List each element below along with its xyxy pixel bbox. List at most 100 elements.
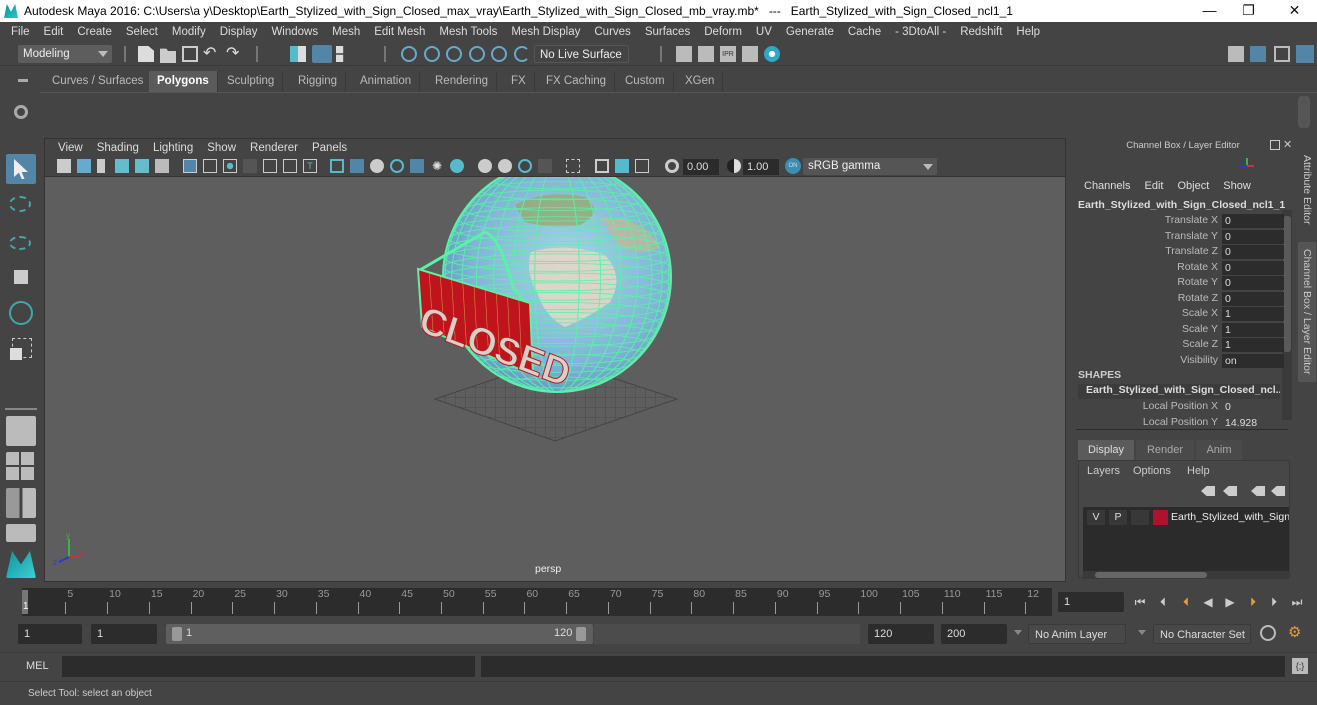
step-back-frame-button[interactable]: ⏴: [1155, 595, 1171, 609]
viewport-menu-panels[interactable]: Panels: [305, 142, 354, 154]
persp-graph-layout-button[interactable]: [6, 524, 36, 542]
play-forwards-button[interactable]: ▶: [1222, 595, 1238, 609]
undo-icon[interactable]: ↶: [203, 46, 219, 62]
view-transform-dropdown[interactable]: sRGB gamma: [803, 158, 937, 175]
character-set-chevron-down-icon[interactable]: [1138, 630, 1146, 635]
channel-value-field[interactable]: 0: [1222, 276, 1284, 290]
move-tool-button[interactable]: [6, 262, 36, 292]
range-slider-start-handle[interactable]: [172, 627, 182, 641]
menu-create[interactable]: Create: [70, 26, 119, 38]
channel-menu-object[interactable]: Object: [1177, 180, 1209, 192]
layer-visibility-toggle[interactable]: V: [1087, 510, 1105, 525]
channel-row[interactable]: Scale X 1: [1076, 307, 1284, 322]
channel-menu-channels[interactable]: Channels: [1084, 180, 1130, 192]
viewport-menu-view[interactable]: View: [51, 142, 90, 154]
viewport-menu-show[interactable]: Show: [200, 142, 243, 154]
shelf-tab-rigging[interactable]: Rigging: [290, 71, 346, 92]
exposure-field[interactable]: 0.00: [683, 159, 719, 175]
end-time-field[interactable]: 200: [941, 624, 1007, 644]
new-layer-from-selected-icon[interactable]: [1271, 486, 1285, 496]
wireframe-icon[interactable]: [330, 159, 344, 173]
menu-uv[interactable]: UV: [749, 26, 779, 38]
menu-mesh-display[interactable]: Mesh Display: [504, 26, 587, 38]
channel-value-field[interactable]: 0: [1222, 245, 1284, 259]
shelf-tab-fx-caching[interactable]: FX Caching: [538, 71, 616, 92]
move-layer-up-icon[interactable]: [1201, 486, 1215, 496]
channel-row[interactable]: Rotate Y 0: [1076, 276, 1284, 291]
channel-box-toggle-icon[interactable]: [1296, 45, 1314, 63]
menu-curves[interactable]: Curves: [587, 26, 637, 38]
shelf-tab-sculpting[interactable]: Sculpting: [219, 71, 284, 92]
bookmark-icon[interactable]: [97, 159, 105, 173]
snap-to-point-icon[interactable]: [446, 46, 462, 62]
motion-blur-icon[interactable]: [498, 159, 512, 173]
snap-to-grid-icon[interactable]: [401, 46, 417, 62]
menu-file[interactable]: File: [4, 26, 37, 38]
redo-icon[interactable]: ↷: [226, 46, 242, 62]
layer-menu-layers[interactable]: Layers: [1087, 465, 1120, 477]
wireframe-on-shaded-icon[interactable]: [390, 159, 404, 173]
anim-layer-chevron-down-icon[interactable]: [1014, 630, 1022, 635]
make-live-icon[interactable]: [491, 46, 507, 62]
command-language-label[interactable]: MEL: [26, 660, 49, 672]
channel-value-field[interactable]: 0: [1222, 260, 1284, 275]
depth-of-field-icon[interactable]: [538, 159, 552, 173]
lights-icon[interactable]: ✺: [430, 159, 444, 173]
shape-name[interactable]: Earth_Stylized_with_Sign_Closed_ncl...: [1078, 384, 1280, 399]
modeling-toolkit-icon[interactable]: [1228, 46, 1244, 62]
safe-title-icon[interactable]: T: [303, 159, 317, 173]
hypershade-icon[interactable]: [764, 46, 780, 62]
menu-display[interactable]: Display: [213, 26, 265, 38]
image-plane-icon[interactable]: [115, 159, 129, 173]
object-name[interactable]: Earth_Stylized_with_Sign_Closed_ncl1_1: [1078, 199, 1285, 211]
layer-tab-anim[interactable]: Anim: [1196, 440, 1242, 460]
scale-tool-button[interactable]: [6, 334, 36, 364]
start-time-field[interactable]: 1: [18, 624, 82, 644]
shelf-tab-curves-surfaces[interactable]: Curves / Surfaces: [44, 71, 153, 92]
close-button[interactable]: ✕: [1272, 0, 1317, 22]
xray-icon[interactable]: [595, 159, 609, 173]
render-current-frame-icon[interactable]: [698, 46, 714, 62]
render-view-icon[interactable]: [676, 46, 692, 62]
animation-preferences-icon[interactable]: ⚙: [1288, 624, 1306, 642]
channel-value-field[interactable]: on: [1222, 353, 1284, 368]
channel-row[interactable]: Scale Y 1: [1076, 322, 1284, 338]
isolate-select-icon[interactable]: [566, 159, 580, 173]
move-layer-down-icon[interactable]: [1223, 486, 1237, 496]
scrollbar-thumb[interactable]: [1095, 572, 1207, 578]
maximize-button[interactable]: ❐: [1226, 0, 1271, 22]
ipr-render-icon[interactable]: IPR: [720, 46, 736, 62]
paint-select-tool-button[interactable]: [6, 226, 36, 256]
save-scene-icon[interactable]: [182, 46, 198, 62]
menu-select[interactable]: Select: [119, 26, 165, 38]
new-scene-icon[interactable]: [138, 46, 154, 62]
shelf-tab-fx[interactable]: FX: [503, 71, 535, 92]
range-slider-end-handle[interactable]: [576, 627, 586, 641]
xray-active-components-icon[interactable]: [615, 159, 629, 173]
playback-start-field[interactable]: 1: [91, 624, 157, 644]
select-by-component-icon[interactable]: [336, 46, 344, 62]
menu-mesh-tools[interactable]: Mesh Tools: [432, 26, 504, 38]
auto-key-icon[interactable]: [1260, 625, 1276, 641]
layer-playback-toggle[interactable]: P: [1109, 510, 1127, 525]
channel-row[interactable]: Translate Z 0: [1076, 245, 1284, 260]
single-perspective-layout-button[interactable]: [6, 416, 36, 446]
channel-row[interactable]: Translate X 0: [1076, 214, 1284, 229]
menu-mesh[interactable]: Mesh: [325, 26, 367, 38]
channel-value-field[interactable]: 1: [1222, 322, 1284, 337]
layer-color-swatch[interactable]: [1153, 510, 1168, 525]
menu-deform[interactable]: Deform: [697, 26, 749, 38]
channel-value-field[interactable]: 0: [1222, 400, 1284, 414]
layer-row[interactable]: V P Earth_Stylized_with_Sign: [1083, 509, 1289, 527]
character-set-dropdown[interactable]: No Character Set: [1153, 624, 1251, 644]
scrollbar-thumb[interactable]: [1283, 216, 1291, 352]
layer-horizontal-scrollbar[interactable]: [1083, 571, 1289, 579]
attribute-editor-tab[interactable]: Attribute Editor: [1298, 146, 1316, 234]
channel-value-field[interactable]: 0: [1222, 229, 1284, 244]
open-scene-icon[interactable]: [160, 48, 176, 63]
layer-tab-render[interactable]: Render: [1136, 440, 1194, 460]
channel-value-field[interactable]: 0: [1222, 214, 1284, 228]
step-back-key-button[interactable]: ⏴: [1178, 595, 1194, 609]
grid-toggle-icon[interactable]: [183, 159, 197, 173]
channel-value-field[interactable]: 1: [1222, 338, 1284, 352]
